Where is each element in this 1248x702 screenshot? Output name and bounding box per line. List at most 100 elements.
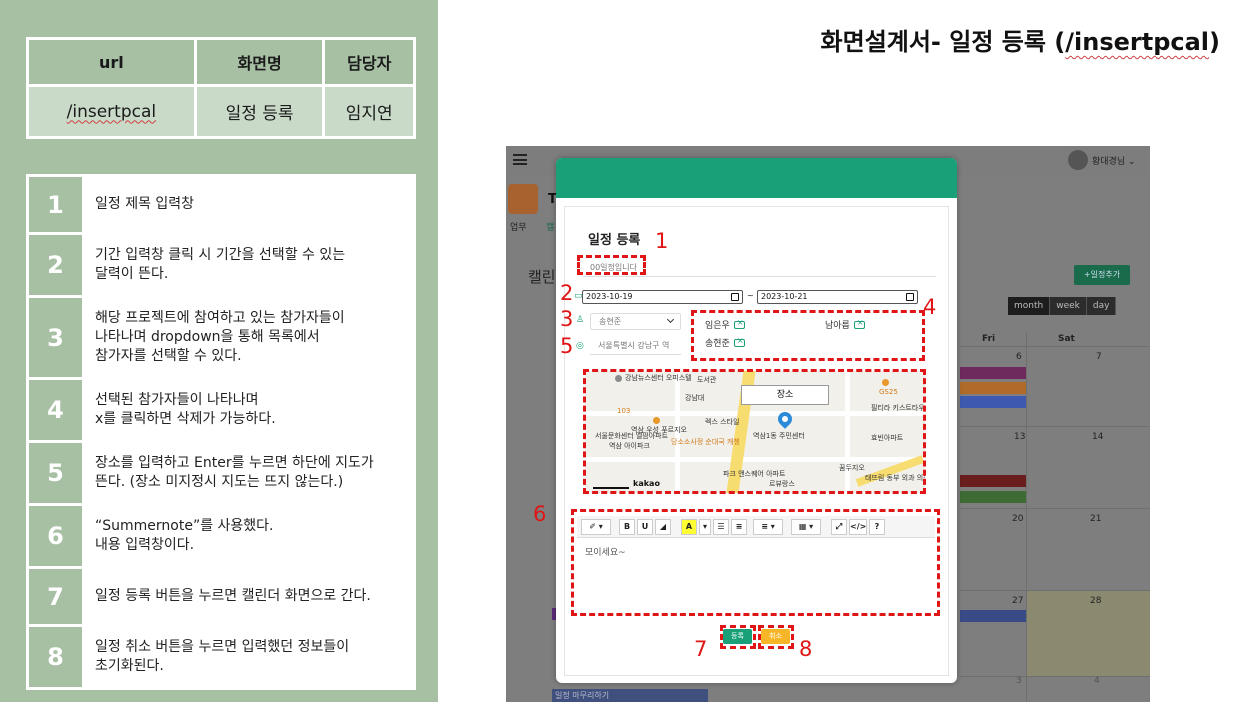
calendar-grid-line	[960, 346, 1150, 347]
view-month-button[interactable]: month	[1008, 297, 1051, 315]
calendar-day-number[interactable]: 21	[1090, 514, 1101, 524]
calendar-day-number[interactable]: 3	[1016, 676, 1022, 686]
calendar-icon[interactable]	[731, 293, 739, 301]
tab-calendar[interactable]: 캘	[546, 220, 554, 233]
annotation-box-7	[720, 625, 756, 649]
end-date-input[interactable]: 2023-10-21	[757, 290, 918, 304]
meta-url-text: /insertpcal	[66, 101, 157, 122]
document-page: url 화면명 담당자 /insertpcal 일정 등록 임지연 1 일정 제목…	[0, 0, 1248, 702]
calendar-event-bar[interactable]	[960, 610, 1026, 622]
calendar-day-number[interactable]: 27	[1012, 596, 1023, 606]
meta-header-owner: 담당자	[322, 37, 416, 87]
step-row: 1 일정 제목 입력창	[26, 174, 416, 235]
view-week-button[interactable]: week	[1050, 297, 1087, 315]
participant-select-value: 송현준	[599, 317, 622, 326]
start-date-input[interactable]: 2023-10-19	[582, 290, 743, 304]
annotation-number-7: 7	[694, 637, 708, 661]
calendar-event-bar[interactable]	[960, 475, 1026, 487]
annotation-box-6	[571, 509, 940, 616]
step-desc: 기간 입력창 클릭 시 기간을 선택할 수 있는 달력이 뜬다.	[82, 232, 416, 298]
participant-select[interactable]: 송현준	[590, 313, 681, 330]
calendar-event-bar[interactable]	[960, 367, 1026, 379]
step-number: 1	[26, 174, 85, 235]
calendar-view-switch: month week day	[1008, 297, 1117, 315]
hamburger-menu-icon[interactable]	[513, 154, 527, 165]
calendar-day-number[interactable]: 7	[1096, 352, 1102, 362]
calendar-day-number[interactable]: 4	[1094, 676, 1100, 686]
step-number: 4	[26, 377, 85, 443]
calendar-today-cell	[1027, 591, 1150, 676]
chevron-down-icon	[666, 315, 675, 324]
tab-work[interactable]: 업무	[510, 220, 527, 233]
calendar-col-fri: Fri	[982, 334, 996, 344]
project-thumbnail	[508, 184, 538, 214]
annotation-box-1	[577, 255, 646, 275]
meta-value-owner: 임지연	[322, 84, 416, 139]
step-desc: “Summernote”를 사용했다. 내용 입력창이다.	[82, 503, 416, 569]
calendar-day-number[interactable]: 14	[1092, 432, 1103, 442]
end-date-value: 2023-10-21	[761, 292, 808, 301]
step-number: 2	[26, 232, 85, 298]
start-date-value: 2023-10-19	[586, 292, 633, 301]
step-desc: 일정 제목 입력창	[82, 174, 416, 235]
step-number: 3	[26, 295, 85, 380]
calendar-grid-line	[960, 508, 1150, 509]
place-input[interactable]: 서울특별시 강남구 역	[590, 338, 681, 355]
step-number: 7	[26, 566, 85, 627]
finish-schedule-button[interactable]: 일정 마무리하기	[552, 689, 708, 702]
annotation-number-8: 8	[799, 637, 813, 661]
annotation-number-6: 6	[533, 502, 547, 526]
step-number: 8	[26, 624, 85, 690]
spec-side-panel: url 화면명 담당자 /insertpcal 일정 등록 임지연 1 일정 제목…	[0, 0, 438, 702]
annotation-number-1: 1	[655, 229, 669, 253]
document-title-suffix: )	[1209, 28, 1220, 56]
calendar-event-bar[interactable]	[960, 382, 1026, 394]
annotation-number-2: 2	[560, 281, 574, 305]
avatar[interactable]	[1068, 150, 1088, 170]
step-row: 2 기간 입력창 클릭 시 기간을 선택할 수 있는 달력이 뜬다.	[26, 232, 416, 298]
step-row: 4 선택된 참가자들이 나타나며 x를 클릭하면 삭제가 가능하다.	[26, 377, 416, 443]
date-separator: ~	[747, 291, 754, 300]
step-row: 5 장소를 입력하고 Enter를 누르면 하단에 지도가 뜬다. (장소 미지정…	[26, 440, 416, 506]
step-row: 3 해당 프로젝트에 참여하고 있는 참가자들이 나타나며 dropdown을 통…	[26, 295, 416, 380]
meta-value-url: /insertpcal	[26, 84, 197, 139]
annotation-box-8	[758, 625, 794, 649]
calendar-icon[interactable]	[906, 293, 914, 301]
location-icon: ◎	[576, 341, 584, 351]
annotation-number-4: 4	[923, 295, 937, 319]
step-description-table: 1 일정 제목 입력창 2 기간 입력창 클릭 시 기간을 선택할 수 있는 달력이…	[26, 174, 416, 690]
calendar-grid-line	[960, 676, 1150, 677]
document-title-prefix: 화면설계서- 일정 등록 (	[820, 28, 1066, 56]
calendar-grid-line	[960, 426, 1150, 427]
meta-header-url: url	[26, 37, 197, 87]
calendar-day-number[interactable]: 13	[1014, 432, 1025, 442]
date-range-row: 2023-10-19 ~ 2023-10-21	[582, 290, 938, 304]
meta-header-screen-name: 화면명	[193, 37, 326, 87]
step-number: 5	[26, 440, 85, 506]
annotation-number-3: 3	[560, 307, 574, 331]
annotation-number-5: 5	[560, 334, 574, 358]
calendar-day-number[interactable]: 6	[1016, 352, 1022, 362]
add-schedule-button[interactable]: +일정추가	[1074, 265, 1130, 285]
document-title-path: /insertpcal	[1065, 28, 1210, 56]
step-row: 6 “Summernote”를 사용했다. 내용 입력창이다.	[26, 503, 416, 569]
modal-title: 일정 등록	[588, 233, 641, 248]
meta-value-screen-name: 일정 등록	[193, 84, 326, 139]
calendar-col-sat: Sat	[1058, 334, 1075, 344]
step-desc: 장소를 입력하고 Enter를 누르면 하단에 지도가 뜬다. (장소 미지정시…	[82, 440, 416, 506]
calendar-day-number[interactable]: 20	[1012, 514, 1023, 524]
annotation-box-4	[691, 310, 925, 361]
calendar-label: 캘린	[528, 268, 556, 286]
user-name[interactable]: 황대경님 ⌄	[1092, 154, 1136, 167]
step-row: 8 일정 취소 버튼을 누르면 입력했던 정보들이 초기화된다.	[26, 624, 416, 690]
calendar-day-number[interactable]: 28	[1090, 596, 1101, 606]
modal-header	[556, 158, 957, 198]
calendar-event-bar[interactable]	[960, 396, 1026, 408]
step-row: 7 일정 등록 버튼을 누르면 캘린더 화면으로 간다.	[26, 566, 416, 627]
view-day-button[interactable]: day	[1086, 297, 1117, 315]
step-desc: 일정 취소 버튼을 누르면 입력했던 정보들이 초기화된다.	[82, 624, 416, 690]
step-number: 6	[26, 503, 85, 569]
user-icon: ♙	[576, 315, 585, 325]
step-desc: 선택된 참가자들이 나타나며 x를 클릭하면 삭제가 가능하다.	[82, 377, 416, 443]
calendar-event-bar[interactable]	[960, 491, 1026, 503]
